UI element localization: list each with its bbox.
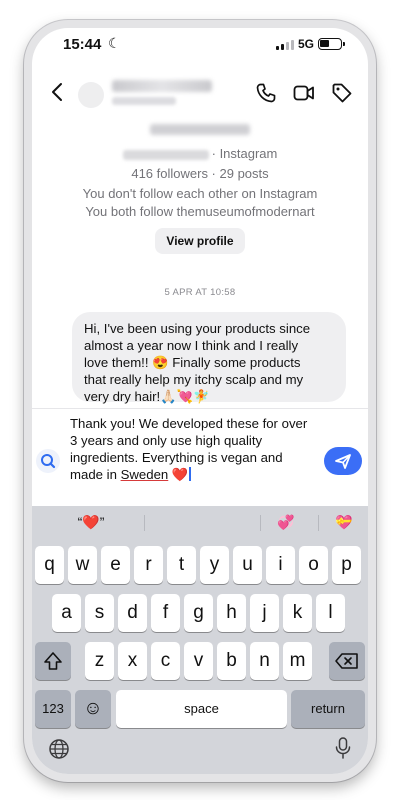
- view-profile-button[interactable]: View profile: [155, 228, 245, 254]
- prediction-3[interactable]: 💝: [324, 506, 364, 538]
- send-button[interactable]: [324, 447, 362, 475]
- composer-line: ingredients. Everything is vegan and: [70, 450, 283, 465]
- profile-platform: · Instagram: [211, 146, 278, 161]
- keyboard: “❤️” 💞 💝 q w e r t y u i o p a s d f g h…: [32, 506, 368, 774]
- backspace-key[interactable]: [329, 642, 365, 680]
- signal-icon: [276, 39, 296, 50]
- video-icon[interactable]: [292, 81, 316, 105]
- profile-username-redacted: [122, 149, 209, 160]
- battery-icon: [318, 38, 345, 50]
- composer-line: 3 years and only use high quality: [70, 433, 263, 448]
- key-x[interactable]: x: [118, 642, 147, 680]
- key-d[interactable]: d: [118, 594, 147, 632]
- key-i[interactable]: i: [266, 546, 295, 584]
- shift-key[interactable]: [35, 642, 71, 680]
- prediction-1[interactable]: “❤️”: [46, 506, 136, 538]
- message-timestamp: 5 APR AT 10:58: [164, 287, 236, 298]
- key-y[interactable]: y: [200, 546, 229, 584]
- profile-stats: 416 followers · 29 posts: [131, 166, 269, 181]
- key-o[interactable]: o: [299, 546, 328, 584]
- message-input[interactable]: Thank you! We developed these for over 3…: [70, 415, 316, 483]
- tag-icon[interactable]: [330, 81, 354, 105]
- phone-icon[interactable]: [254, 81, 278, 105]
- key-l[interactable]: l: [316, 594, 345, 632]
- prediction-2[interactable]: 💞: [266, 506, 306, 538]
- contact-username-redacted: [112, 97, 176, 105]
- back-arrow-icon[interactable]: [46, 80, 70, 104]
- status-bar: 15:44 ☾ 5G: [32, 28, 368, 66]
- chat-header: [32, 66, 368, 122]
- mutual-follow: You both follow themuseumofmodernart: [85, 204, 315, 219]
- message-line: Hi, I've been using your products since: [84, 321, 311, 336]
- composer-text: ❤️: [168, 467, 189, 482]
- shift-icon: [44, 652, 62, 670]
- composer-last-line: made in Sweden ❤️: [70, 466, 316, 483]
- key-r[interactable]: r: [134, 546, 163, 584]
- key-j[interactable]: j: [250, 594, 279, 632]
- key-f[interactable]: f: [151, 594, 180, 632]
- message-line: love them!! 😍 Finally some products: [84, 355, 301, 370]
- profile-name-redacted: [150, 124, 250, 135]
- prediction-bar: “❤️” 💞 💝: [32, 506, 368, 538]
- key-h[interactable]: h: [217, 594, 246, 632]
- key-g[interactable]: g: [184, 594, 213, 632]
- search-icon[interactable]: [36, 449, 60, 473]
- message-bubble[interactable]: Hi, I've been using your products since …: [72, 312, 346, 404]
- moon-icon: ☾: [108, 35, 121, 51]
- emoji-icon: ☺: [83, 698, 103, 719]
- key-k[interactable]: k: [283, 594, 312, 632]
- divider: [318, 515, 319, 531]
- key-b[interactable]: b: [217, 642, 246, 680]
- microphone-icon[interactable]: [334, 736, 352, 760]
- globe-icon[interactable]: [48, 738, 70, 760]
- send-icon: [335, 454, 351, 469]
- message-line: that really help my itchy scalp and my: [84, 372, 304, 387]
- message-line: very dry hair!🙏🏻💘🧚: [84, 389, 210, 404]
- phone-frame: 15:44 ☾ 5G · Instagram 416 followers · 2…: [24, 20, 376, 782]
- divider: [260, 515, 261, 531]
- screen: 15:44 ☾ 5G · Instagram 416 followers · 2…: [32, 28, 368, 774]
- key-e[interactable]: e: [101, 546, 130, 584]
- emoji-key[interactable]: ☺: [75, 690, 111, 728]
- key-q[interactable]: q: [35, 546, 64, 584]
- space-key[interactable]: space: [116, 690, 287, 728]
- composer-text: made in: [70, 467, 121, 482]
- key-u[interactable]: u: [233, 546, 262, 584]
- message-composer[interactable]: Thank you! We developed these for over 3…: [32, 408, 368, 506]
- key-v[interactable]: v: [184, 642, 213, 680]
- message-line: almost a year now I think and I really: [84, 338, 299, 353]
- key-c[interactable]: c: [151, 642, 180, 680]
- composer-line: Thank you! We developed these for over: [70, 416, 308, 431]
- status-time: 15:44: [63, 36, 102, 53]
- key-a[interactable]: a: [52, 594, 81, 632]
- key-p[interactable]: p: [332, 546, 361, 584]
- numbers-key[interactable]: 123: [35, 690, 71, 728]
- key-z[interactable]: z: [85, 642, 114, 680]
- follow-status: You don't follow each other on Instagram: [82, 186, 318, 201]
- profile-username-row: · Instagram: [32, 146, 368, 161]
- key-s[interactable]: s: [85, 594, 114, 632]
- key-n[interactable]: n: [250, 642, 279, 680]
- avatar[interactable]: [78, 82, 104, 108]
- text-caret: [189, 467, 191, 481]
- key-m[interactable]: m: [283, 642, 312, 680]
- return-key[interactable]: return: [291, 690, 365, 728]
- network-type: 5G: [298, 37, 315, 51]
- contact-name-redacted[interactable]: [112, 80, 212, 92]
- backspace-icon: [335, 653, 358, 669]
- key-t[interactable]: t: [167, 546, 196, 584]
- spellcheck-word[interactable]: Sweden: [121, 467, 169, 482]
- key-w[interactable]: w: [68, 546, 97, 584]
- divider: [144, 515, 145, 531]
